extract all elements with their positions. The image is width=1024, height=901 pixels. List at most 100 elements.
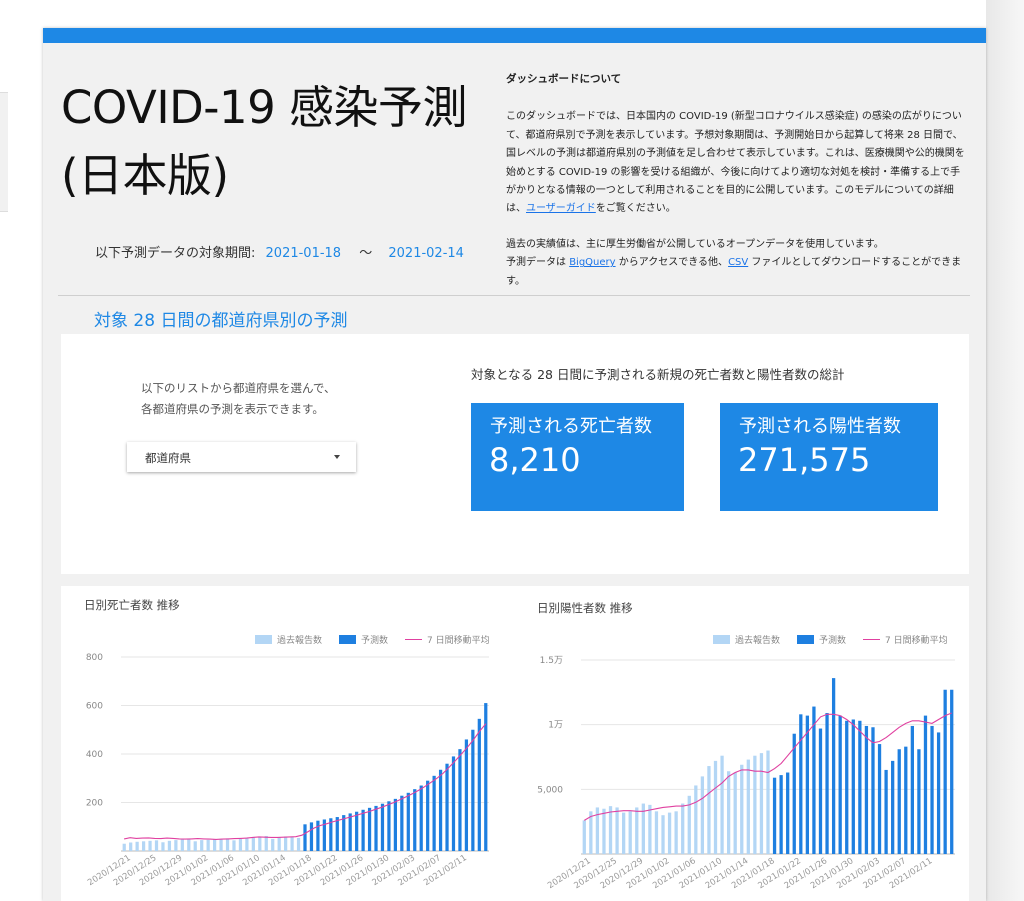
forecast-bar (348, 813, 352, 851)
forecast-bar (380, 803, 385, 851)
side-tab (0, 92, 8, 212)
y-tick-label: 200 (86, 799, 103, 809)
forecast-bar (831, 678, 836, 854)
deaths-chart: 2004006008002020/12/212020/12/252020/12/… (86, 653, 489, 888)
past-bar (648, 804, 652, 854)
forecast-bar (361, 809, 365, 851)
forecast-bar (950, 689, 954, 854)
deaths-kpi-label: 予測される死亡者数 (490, 416, 652, 437)
cases-kpi-label: 予測される陽性者数 (739, 416, 901, 437)
past-bar (271, 838, 275, 851)
forecast-bar (772, 777, 777, 854)
forecast-bar (877, 744, 882, 854)
past-bar (766, 750, 770, 854)
past-bar (245, 837, 249, 851)
forecast-bar (897, 749, 901, 854)
past-bar (622, 812, 626, 854)
right-shade (986, 0, 1024, 901)
forecast-bar (335, 817, 339, 851)
deaths-kpi-card: 予測される死亡者数 8,210 (471, 403, 684, 511)
forecast-bar (910, 725, 914, 854)
download-text-pre: 予測データは (506, 257, 570, 269)
user-guide-link[interactable]: ユーザーガイド (526, 203, 596, 214)
forecast-bar (413, 789, 417, 851)
forecast-bar (406, 792, 410, 851)
forecast-bar (471, 729, 475, 851)
past-bar (167, 840, 172, 851)
csv-link[interactable]: CSV (728, 257, 748, 268)
past-bar (174, 840, 178, 851)
past-bar (700, 776, 705, 854)
past-bar (615, 807, 619, 854)
past-bar (193, 841, 197, 851)
data-source-text: 過去の実績値は、主に厚生労働省が公開しているオープンデータを使用しています。 (506, 238, 884, 250)
past-bar (213, 839, 217, 851)
past-bar (135, 841, 139, 851)
past-bar (667, 812, 672, 854)
past-bar (122, 843, 126, 851)
past-bar (681, 803, 685, 854)
y-tick-label: 1.5万 (540, 656, 563, 666)
forecast-bar (858, 720, 862, 854)
past-bar (759, 753, 764, 854)
past-bar (154, 840, 159, 851)
forecast-bar (825, 713, 829, 854)
period-start-date: 2021-01-18 (265, 246, 342, 261)
header-accent-bar (43, 28, 986, 43)
forecast-bar (367, 807, 372, 851)
forecast-bar (792, 733, 796, 854)
bigquery-link[interactable]: BigQuery (569, 257, 615, 268)
forecast-bar (851, 719, 855, 854)
past-bar (740, 764, 744, 854)
forecast-bar (786, 772, 790, 854)
forecast-bar (805, 715, 810, 854)
forecast-bar (445, 763, 449, 851)
past-bar (746, 759, 750, 854)
forecast-summary-card: 以下のリストから都道府県を選んで、 各都道府県の予測を表示できます。 都道府県 … (61, 334, 969, 574)
past-bar (219, 838, 223, 851)
past-bar (187, 838, 191, 851)
charts-card: 日別死亡者数 推移 過去報告数 予測数 7 日間移動平均 日別陽性者数 推移 過… (61, 586, 969, 901)
past-bar (206, 839, 210, 851)
caret-down-icon (334, 455, 340, 459)
page-title-line1: COVID-19 感染予測 (61, 81, 468, 134)
past-bar (608, 806, 613, 854)
past-bar (161, 842, 165, 851)
forecast-bar (309, 822, 314, 851)
forecast-bar (923, 715, 928, 854)
past-bar (148, 840, 152, 851)
about-description-after: をご覧ください。 (595, 203, 676, 215)
about-panel: ダッシュボードについて このダッシュボードでは、日本国内の COVID-19 (… (506, 70, 968, 308)
forecast-bar (477, 718, 481, 851)
forecast-bar (400, 795, 404, 851)
prefecture-instruction: 以下のリストから都道府県を選んで、 各都道府県の予測を表示できます。 (141, 378, 335, 420)
instruction-line1: 以下のリストから都道府県を選んで、 (141, 381, 336, 395)
left-gutter (0, 0, 44, 901)
period-label: 以下予測データの対象期間: (95, 246, 256, 261)
past-bar (238, 838, 243, 851)
past-bar (141, 841, 146, 851)
past-bar (225, 838, 230, 851)
y-tick-label: 800 (86, 653, 103, 663)
about-heading: ダッシュボードについて (506, 73, 622, 85)
forecast-bar (458, 749, 462, 851)
forecast-bar (419, 785, 423, 851)
prefecture-dropdown[interactable]: 都道府県 (127, 442, 356, 472)
cases-kpi-value: 271,575 (738, 441, 871, 479)
past-bar (707, 766, 711, 854)
past-bar (733, 772, 737, 854)
y-tick-label: 5,000 (537, 785, 563, 795)
past-bar (200, 840, 204, 851)
about-data-source: 過去の実績値は、主に厚生労働省が公開しているオープンデータを使用しています。 予… (506, 236, 968, 291)
dashboard-page: COVID-19 感染予測 (日本版) 以下予測データの対象期間: 2021-0… (43, 28, 986, 901)
section-title: 対象 28 日間の都道府県別の予測 (94, 311, 348, 331)
forecast-bar (904, 746, 908, 854)
past-bar (284, 836, 288, 851)
forecast-bar (316, 820, 320, 851)
past-bar (713, 760, 718, 854)
past-bar (129, 842, 133, 851)
about-description: このダッシュボードでは、日本国内の COVID-19 (新型コロナウイルス感染症… (506, 108, 968, 218)
y-tick-label: 400 (86, 750, 103, 760)
forecast-bar (936, 732, 941, 854)
forecast-bar (303, 824, 307, 851)
